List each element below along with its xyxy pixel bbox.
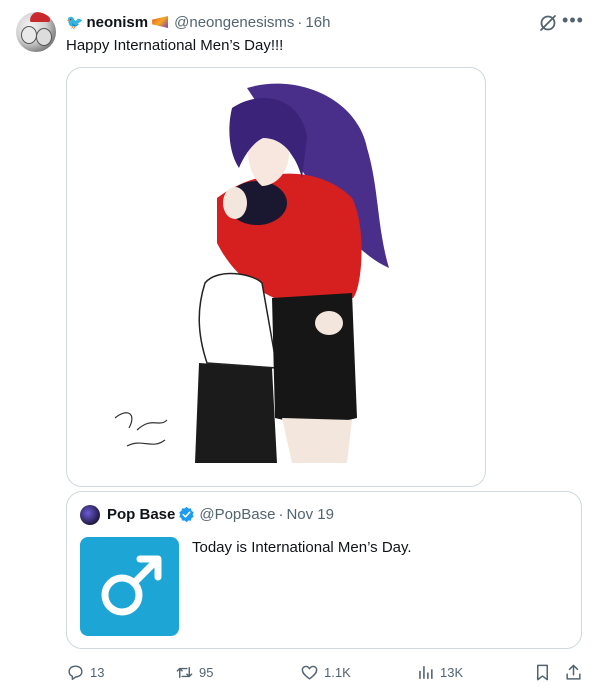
reply-icon (68, 664, 83, 680)
anime-illustration (114, 83, 389, 463)
avatar-face-right (36, 28, 52, 46)
repost-button[interactable]: 95 (175, 661, 213, 683)
bird-emoji-icon: 🐦 (66, 14, 84, 30)
quote-text: Today is International Men’s Day. (192, 539, 412, 556)
header-separator: · (297, 13, 303, 31)
author-handle[interactable]: @neongenesisms (174, 14, 294, 31)
like-count: 1.1K (324, 664, 351, 680)
quote-author-handle[interactable]: @PopBase (199, 506, 275, 523)
quote-header-separator: · (278, 506, 284, 523)
tweet-time[interactable]: 16h (305, 14, 330, 31)
heart-icon (301, 665, 318, 680)
bookmark-icon (536, 664, 549, 680)
reply-button[interactable]: 13 (66, 661, 104, 683)
repost-count: 95 (199, 664, 214, 680)
quote-author-avatar[interactable] (80, 505, 100, 525)
tweet-card[interactable]: 🐦 neonism @neongenesisms · 16h ••• Happy… (0, 0, 600, 695)
quote-header: Pop Base @PopBase · Nov 19 (107, 506, 334, 523)
avatar-santa-hat (30, 12, 50, 22)
action-bar: 13 95 1.1K 13K (66, 661, 586, 683)
repost-icon (176, 666, 193, 678)
quoted-tweet[interactable]: Pop Base @PopBase · Nov 19 Today is Inte… (66, 491, 582, 649)
views-chart-icon (419, 665, 433, 679)
views-count: 13K (440, 664, 464, 680)
male-symbol-icon (101, 555, 162, 616)
bookmark-button[interactable] (533, 661, 557, 683)
flag-emoji-icon (152, 16, 169, 28)
quote-author-name[interactable]: Pop Base (107, 506, 175, 523)
reply-count: 13 (90, 664, 105, 680)
verified-badge-icon (179, 506, 195, 523)
share-button[interactable] (564, 661, 588, 683)
more-icon[interactable]: ••• (562, 11, 584, 33)
quote-thumbnail[interactable] (80, 537, 179, 636)
author-avatar[interactable] (16, 12, 56, 52)
avatar-face-left (21, 26, 37, 44)
tweet-text: Happy International Men’s Day!!! (66, 37, 284, 54)
tweet-media-image[interactable] (66, 67, 486, 487)
like-button[interactable]: 1.1K (300, 661, 351, 683)
author-name[interactable]: neonism (86, 14, 148, 31)
grok-icon[interactable] (538, 13, 558, 33)
share-icon (566, 664, 581, 680)
views-button[interactable]: 13K (416, 661, 463, 683)
tweet-header: 🐦 neonism @neongenesisms · 16h (66, 12, 330, 32)
quote-date[interactable]: Nov 19 (286, 506, 334, 523)
